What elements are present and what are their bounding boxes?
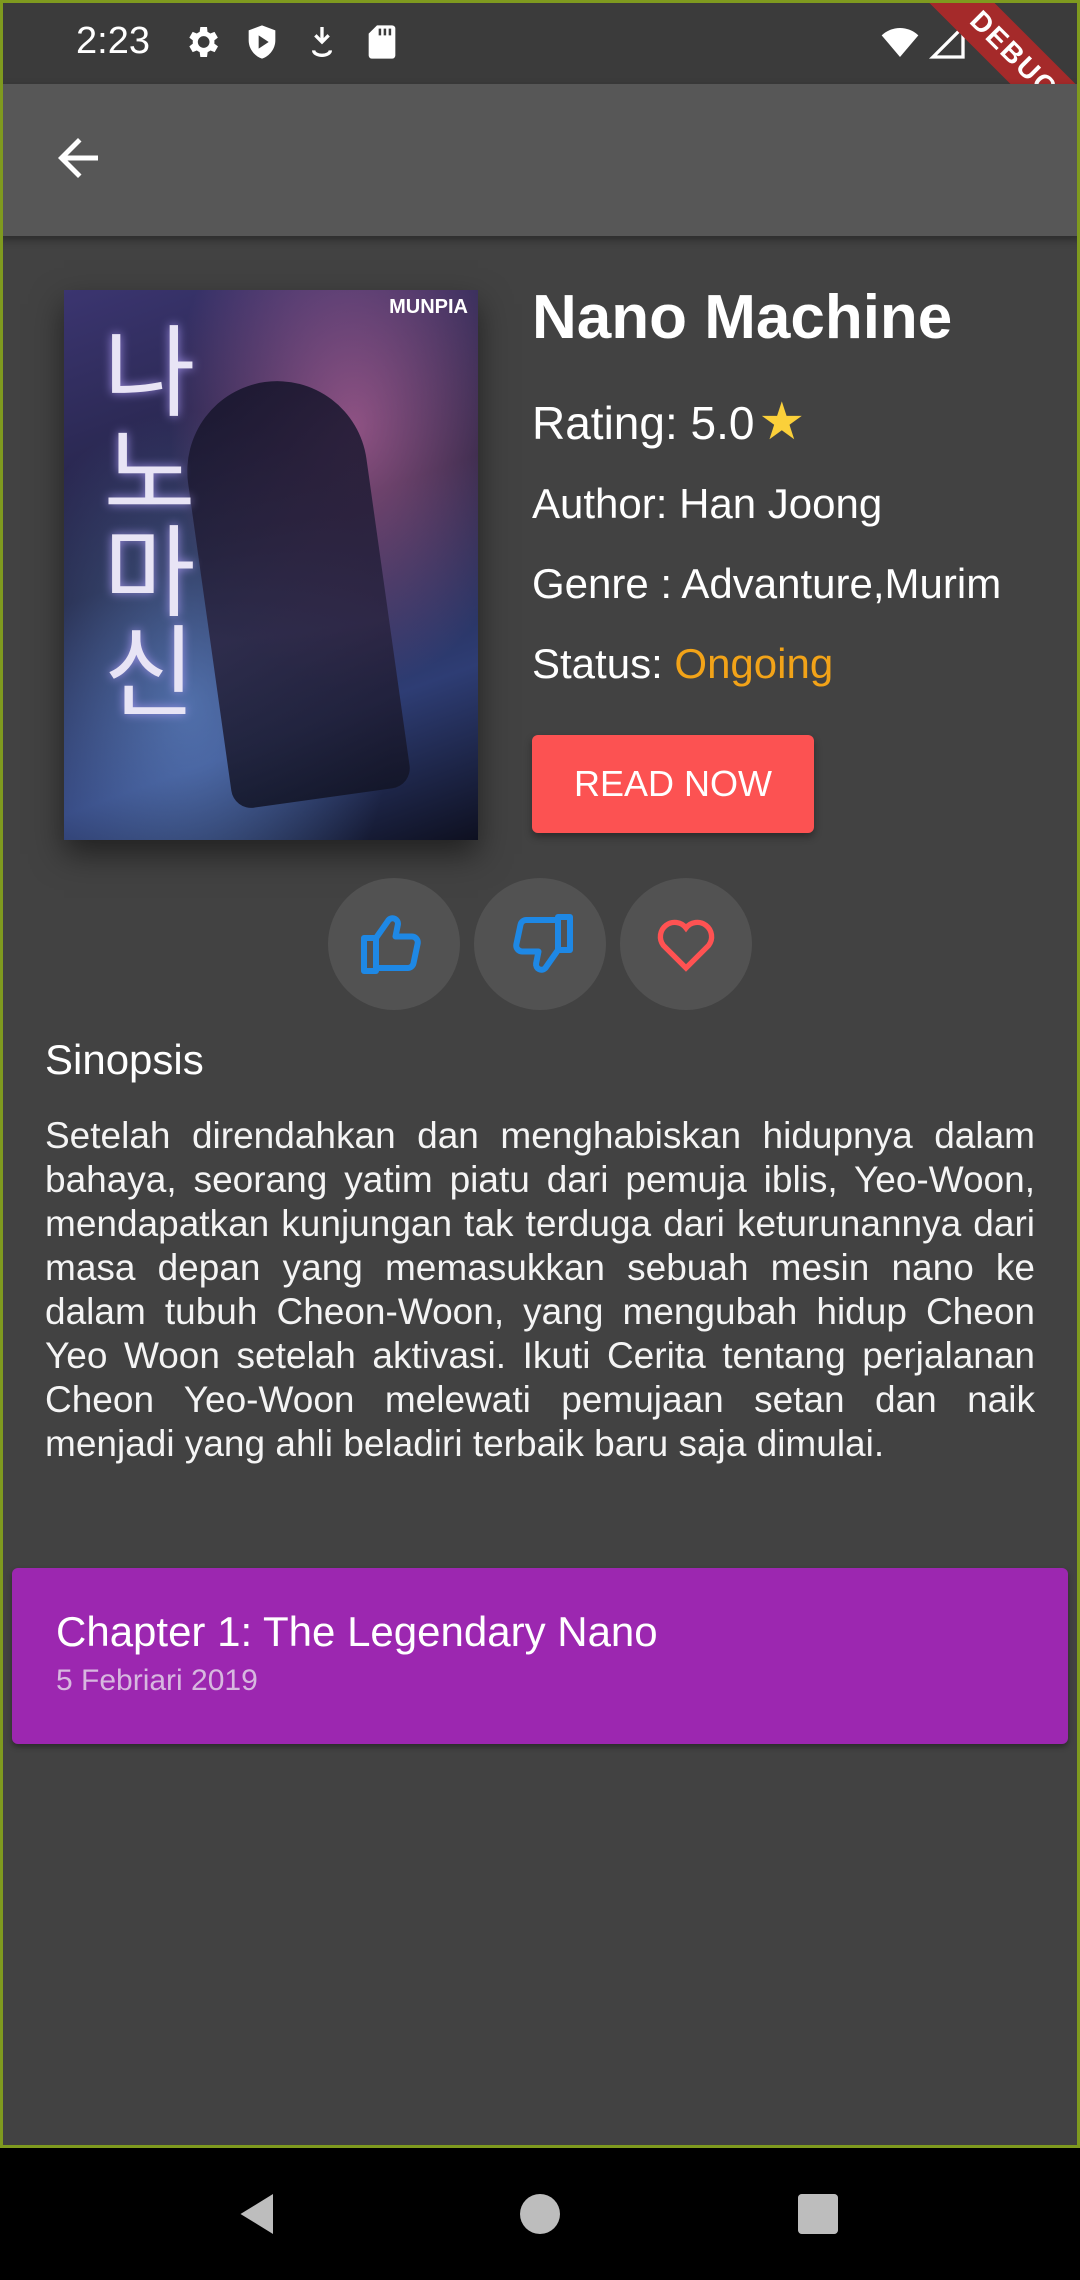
cover-figure — [175, 369, 413, 811]
status-time: 2:23 — [76, 20, 150, 62]
read-now-button[interactable]: READ NOW — [532, 735, 814, 833]
dislike-button[interactable] — [474, 878, 606, 1010]
thumb-down-icon — [513, 914, 573, 973]
heart-icon — [657, 919, 715, 972]
like-button[interactable] — [328, 878, 460, 1010]
arrow-back-icon[interactable] — [48, 128, 108, 188]
cover-brand-logo: MUNPIA — [389, 296, 468, 318]
status-value: Ongoing — [674, 640, 834, 687]
star-icon: ★ — [758, 393, 806, 451]
sinopsis-text: Setelah direndahkan dan menghabiskan hid… — [45, 1115, 1035, 1464]
nav-home-icon[interactable] — [510, 2184, 570, 2244]
sinopsis-heading: Sinopsis — [45, 1036, 204, 1083]
book-author: Author: Han Joong — [532, 480, 883, 527]
chapter-date: 5 Febriari 2019 — [56, 1664, 258, 1697]
book-title: Nano Machine — [532, 283, 953, 352]
book-genre: Genre : Advanture,Murim — [532, 560, 1002, 607]
chapter-item[interactable]: Chapter 1: The Legendary Nano 5 Febriari… — [12, 1568, 1068, 1744]
nav-recents-icon[interactable] — [788, 2184, 848, 2244]
chapter-title: Chapter 1: The Legendary Nano — [56, 1608, 658, 1655]
book-status: Status: Ongoing — [532, 640, 833, 688]
download-icon — [312, 27, 332, 57]
app-bar — [0, 84, 1080, 236]
status-bar: 2:23 DEBUG — [0, 0, 1080, 164]
gear-icon — [189, 27, 218, 57]
navigation-bar — [0, 2148, 1080, 2280]
cover-title-text: 나노마신 — [82, 320, 199, 720]
nav-back-icon[interactable] — [228, 2184, 288, 2244]
status-label: Status: — [532, 640, 675, 687]
favorite-button[interactable] — [620, 878, 752, 1010]
wifi-icon — [881, 28, 919, 57]
book-rating: Rating: 5.0★ — [532, 392, 805, 452]
thumb-up-icon — [361, 915, 421, 974]
book-cover-image: 나노마신 MUNPIA — [64, 290, 478, 840]
shield-icon — [248, 25, 276, 59]
sd-card-icon — [368, 25, 396, 59]
rating-text: Rating: 5.0 — [532, 397, 755, 449]
